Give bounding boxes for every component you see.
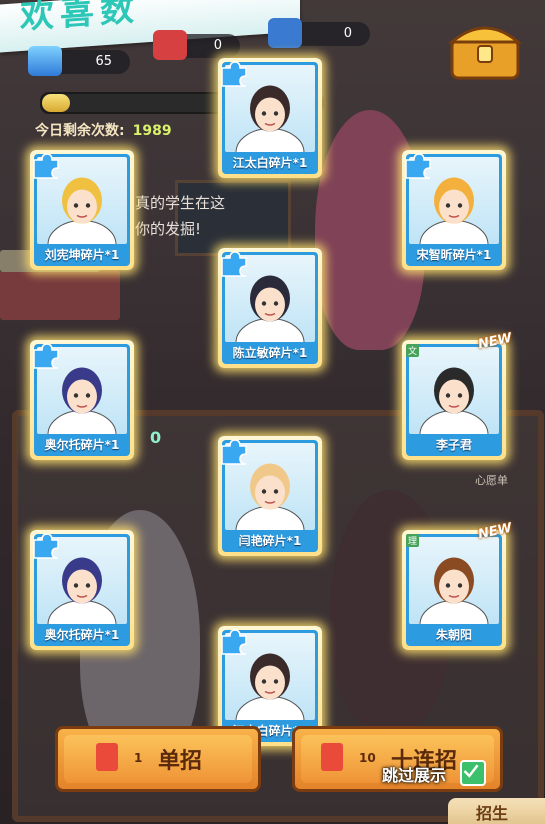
progress-fill <box>42 94 70 112</box>
puzzle-fragment-icon <box>405 153 431 179</box>
result-card[interactable]: 陈立敏碎片*1 <box>218 248 322 368</box>
recruit-flag-icon <box>96 743 118 771</box>
blue-ticket-counter[interactable]: 0 <box>268 18 370 48</box>
skip-display-checkbox[interactable] <box>460 760 486 786</box>
recruit-result-screen: 欢喜数 65 0 0 今日剩余次数: 1989 真的学生在这 你的发掘! 0 心愿… <box>0 0 545 824</box>
card-label: 江太白碎片*1 <box>232 156 308 170</box>
card-label: 奥尔托碎片*1 <box>44 628 120 642</box>
remaining-value: 1989 <box>132 123 172 139</box>
blue-ticket-value: 0 <box>343 26 352 41</box>
red-ticket-value: 0 <box>213 38 222 53</box>
result-card[interactable]: 奥尔托碎片*1 <box>30 530 134 650</box>
card-label: 闫艳碎片*1 <box>238 534 302 548</box>
card-label: 刘宪坤碎片*1 <box>44 248 120 262</box>
card-label: 陈立敏碎片*1 <box>232 346 308 360</box>
recruit-flag-icon <box>321 743 343 771</box>
skip-display-label[interactable]: 跳过展示 <box>382 762 446 786</box>
result-card[interactable]: 朱朝阳理 NEW <box>402 521 513 650</box>
character-portrait <box>409 347 499 434</box>
background-counter: 0 <box>150 428 162 447</box>
gem-value: 65 <box>95 54 112 69</box>
single-recruit-count: 1 <box>134 751 143 765</box>
character-avatar-icon <box>419 367 489 434</box>
puzzle-fragment-icon <box>221 61 247 87</box>
result-card[interactable]: 奥尔托碎片*1 <box>30 340 134 460</box>
subject-badge: 文 <box>406 344 420 357</box>
single-recruit-label: 单招 <box>158 749 203 774</box>
remaining-count: 今日剩余次数: 1989 <box>35 120 172 140</box>
wish-list-label: 心愿单 <box>475 474 508 487</box>
puzzle-fragment-icon <box>221 439 247 465</box>
single-recruit-button[interactable]: 1 单招 <box>55 726 261 792</box>
background-dialog: 真的学生在这 你的发掘! <box>135 190 225 242</box>
character-avatar-icon <box>419 557 489 624</box>
puzzle-fragment-icon <box>33 533 59 559</box>
recruit-tab-label: 招生 <box>476 804 509 823</box>
card-frame: 李子君 <box>406 344 502 456</box>
puzzle-fragment-icon <box>33 343 59 369</box>
checkmark-icon <box>463 764 479 778</box>
ten-recruit-count: 10 <box>359 751 376 765</box>
card-label: 奥尔托碎片*1 <box>44 438 120 452</box>
result-card[interactable]: 宋智昕碎片*1 <box>402 150 506 270</box>
puzzle-fragment-icon <box>221 251 247 277</box>
puzzle-fragment-icon <box>221 629 247 655</box>
red-ticket-counter[interactable]: 0 <box>153 30 240 60</box>
gem-counter[interactable]: 65 <box>28 46 130 76</box>
card-label: 李子君 <box>435 438 472 452</box>
result-card[interactable]: 李子君文 NEW <box>402 331 513 460</box>
red-ticket-icon <box>153 30 187 60</box>
puzzle-fragment-icon <box>33 153 59 179</box>
result-card[interactable]: 闫艳碎片*1 <box>218 436 322 556</box>
page-title: 欢喜数 <box>20 0 140 38</box>
dialog-line: 真的学生在这 <box>135 194 226 212</box>
remaining-label: 今日剩余次数: <box>35 123 125 139</box>
dialog-line: 你的发掘! <box>135 220 202 238</box>
treasure-chest-icon[interactable] <box>446 12 524 82</box>
recruit-tab[interactable]: 招生 <box>448 798 545 824</box>
card-label: 朱朝阳 <box>435 628 472 642</box>
card-frame: 朱朝阳 <box>406 534 502 646</box>
blue-ticket-icon <box>268 18 302 48</box>
gem-icon <box>28 46 62 76</box>
character-portrait <box>409 537 499 624</box>
subject-badge: 理 <box>406 534 420 547</box>
result-card[interactable]: 刘宪坤碎片*1 <box>30 150 134 270</box>
result-card[interactable]: 江太白碎片*1 <box>218 58 322 178</box>
card-label: 宋智昕碎片*1 <box>416 248 492 262</box>
